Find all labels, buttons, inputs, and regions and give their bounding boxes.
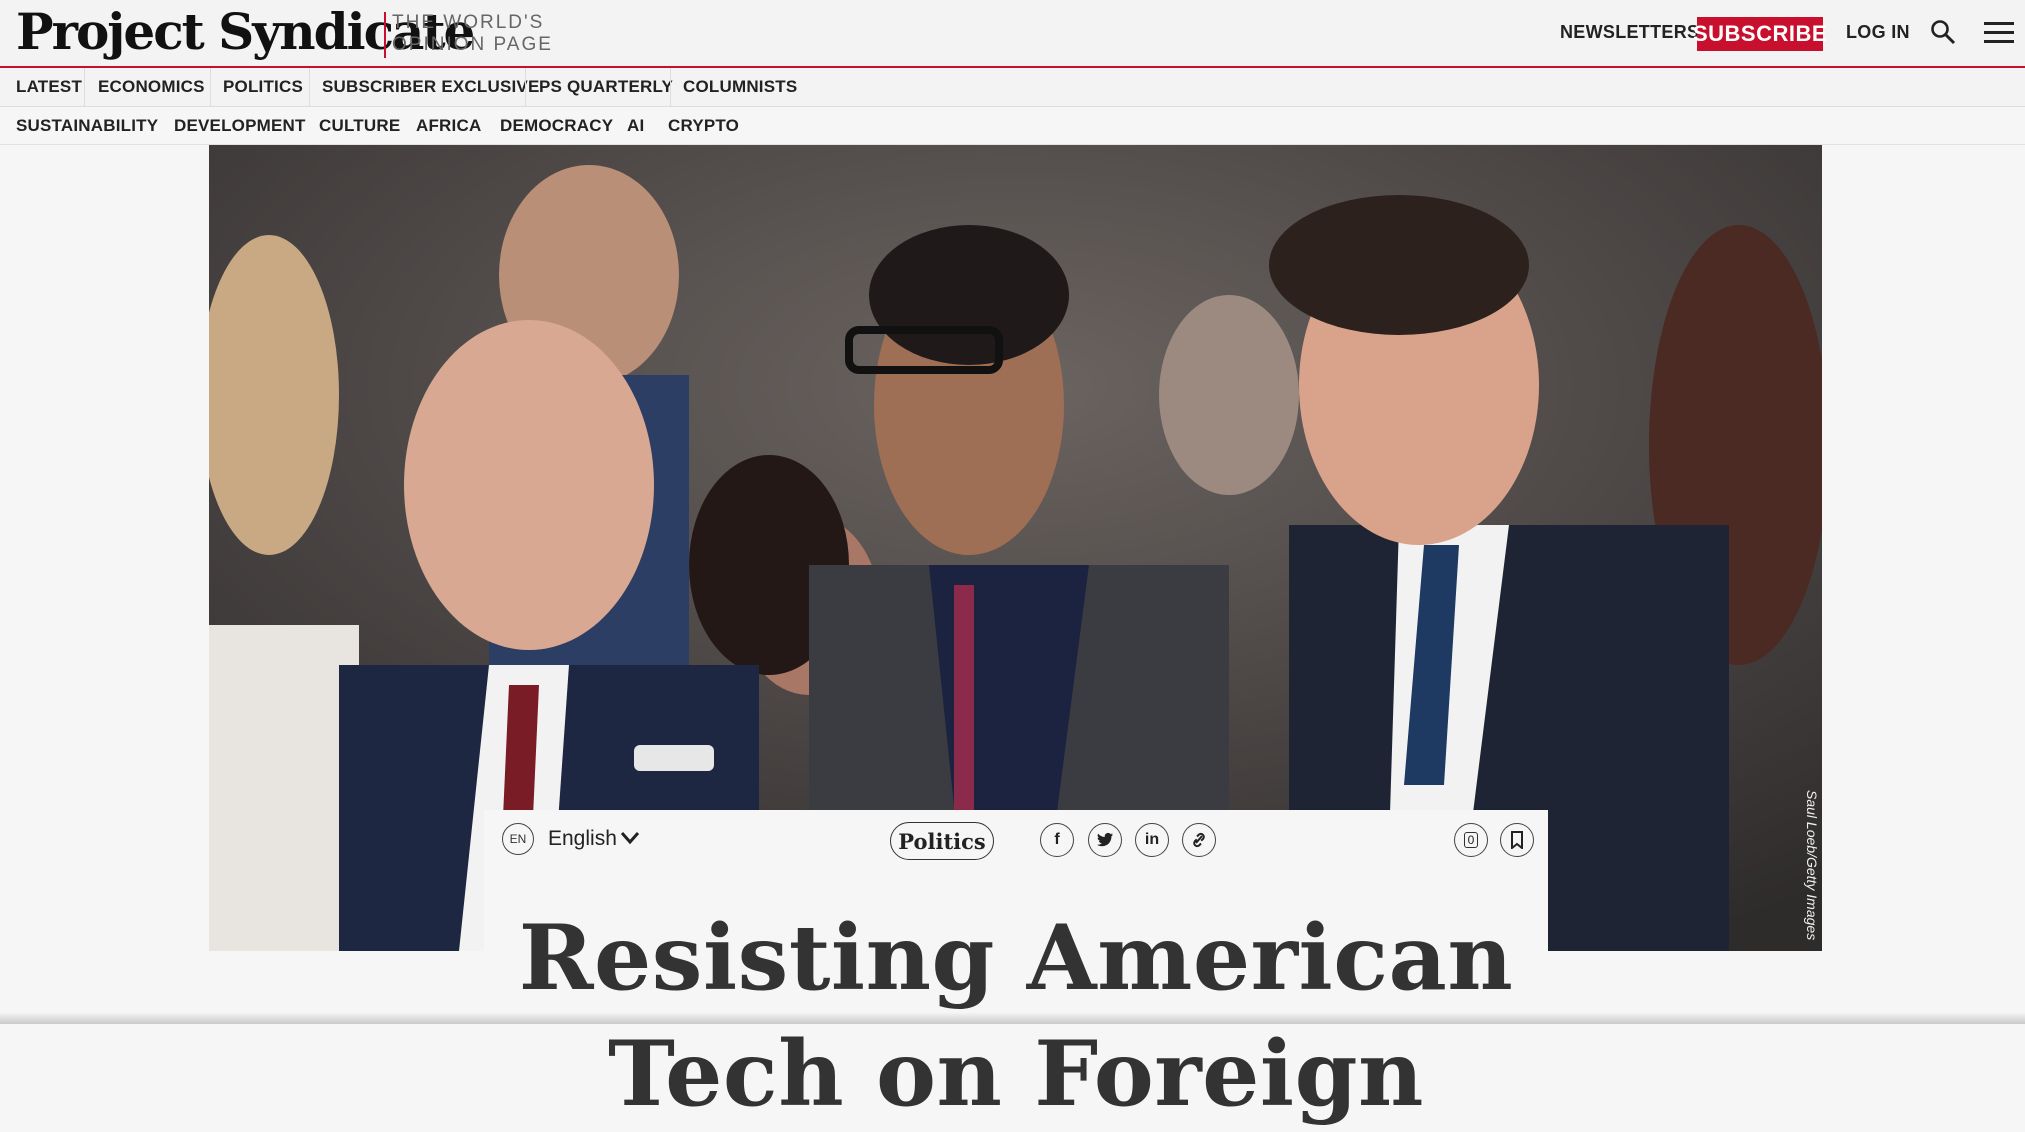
photo-credit: Saul Loeb/Getty Images xyxy=(1804,790,1820,941)
nav-separator xyxy=(309,68,310,106)
nav-item-culture[interactable]: CULTURE xyxy=(319,107,400,144)
comment-count: 0 xyxy=(1463,832,1479,848)
twitter-icon[interactable] xyxy=(1088,823,1122,857)
linkedin-icon[interactable]: in xyxy=(1135,823,1169,857)
tagline-line-2: OPINION PAGE xyxy=(392,34,553,55)
newsletters-link[interactable]: NEWSLETTERS xyxy=(1560,22,1699,43)
secondary-nav: SUSTAINABILITY DEVELOPMENT CULTURE AFRIC… xyxy=(0,107,2025,145)
bookmark-icon[interactable] xyxy=(1500,823,1534,857)
language-selector-label[interactable]: English xyxy=(548,827,617,851)
chevron-down-icon[interactable] xyxy=(620,830,640,846)
nav-separator xyxy=(84,68,85,106)
primary-nav: LATEST ECONOMICS POLITICS SUBSCRIBER EXC… xyxy=(0,68,2025,107)
nav-item-politics[interactable]: POLITICS xyxy=(223,68,303,106)
search-icon[interactable] xyxy=(1929,18,1957,46)
topic-tag[interactable]: Politics xyxy=(890,822,994,860)
tagline-line-1: THE WORLD'S xyxy=(392,12,545,33)
language-code-badge[interactable]: EN xyxy=(502,823,534,855)
bottom-shadow xyxy=(0,1012,2025,1024)
nav-item-democracy[interactable]: DEMOCRACY xyxy=(500,107,613,144)
nav-item-development[interactable]: DEVELOPMENT xyxy=(174,107,306,144)
nav-separator xyxy=(670,68,671,106)
login-link[interactable]: LOG IN xyxy=(1846,22,1910,43)
site-tagline: THE WORLD'S OPINION PAGE xyxy=(392,12,553,56)
site-header: Project Syndicate THE WORLD'S OPINION PA… xyxy=(0,0,2025,68)
nav-item-subscriber-exclusive[interactable]: SUBSCRIBER EXCLUSIVE xyxy=(322,68,539,106)
link-icon[interactable] xyxy=(1182,823,1216,857)
nav-item-ps-quarterly[interactable]: PS QUARTERLY xyxy=(539,68,673,106)
nav-item-latest[interactable]: LATEST xyxy=(16,68,82,106)
comments-icon[interactable]: 0 xyxy=(1454,823,1488,857)
subscribe-button[interactable]: SUBSCRIBE xyxy=(1693,17,1827,51)
nav-item-sustainability[interactable]: SUSTAINABILITY xyxy=(16,107,158,144)
hamburger-menu-icon[interactable] xyxy=(1984,22,2014,44)
logo-divider xyxy=(384,12,386,58)
nav-item-crypto[interactable]: CRYPTO xyxy=(668,107,739,144)
facebook-icon[interactable]: f xyxy=(1040,823,1074,857)
nav-item-africa[interactable]: AFRICA xyxy=(416,107,481,144)
nav-item-economics[interactable]: ECONOMICS xyxy=(98,68,205,106)
nav-item-columnists[interactable]: COLUMNISTS xyxy=(683,68,797,106)
nav-separator xyxy=(525,68,526,106)
nav-separator xyxy=(210,68,211,106)
nav-item-ai[interactable]: AI xyxy=(627,107,644,144)
